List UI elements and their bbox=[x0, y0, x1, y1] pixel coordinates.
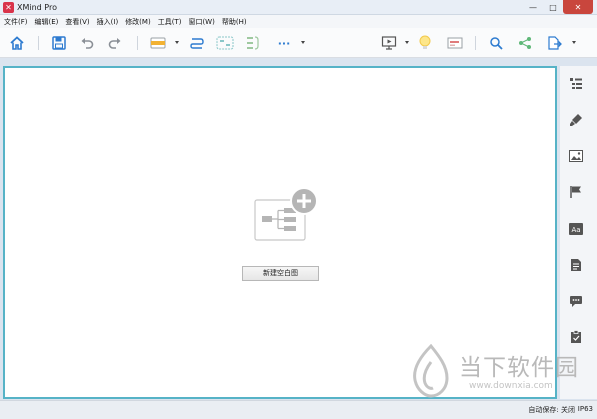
title-bar: ✕ XMind Pro — □ ✕ bbox=[0, 0, 597, 15]
menu-bar: 文件(F) 编辑(E) 查看(V) 插入(I) 修改(M) 工具(T) 窗口(W… bbox=[0, 15, 597, 28]
menu-modify[interactable]: 修改(M) bbox=[125, 16, 151, 28]
new-blank-map-button[interactable]: 新建空白图 bbox=[242, 266, 319, 281]
menu-view[interactable]: 查看(V) bbox=[65, 16, 89, 28]
watermark-logo-icon bbox=[413, 344, 449, 398]
window-title: XMind Pro bbox=[17, 3, 57, 12]
chevron-down-icon[interactable] bbox=[301, 41, 305, 44]
minimize-button[interactable]: — bbox=[523, 0, 543, 14]
menu-edit[interactable]: 编辑(E) bbox=[35, 16, 59, 28]
maximize-button[interactable]: □ bbox=[543, 0, 563, 14]
xmind-logo-icon: ✕ bbox=[3, 2, 14, 13]
toolbar: ··· bbox=[0, 28, 597, 58]
menu-help[interactable]: 帮助(H) bbox=[222, 16, 247, 28]
undo-icon[interactable] bbox=[78, 34, 96, 52]
redo-icon[interactable] bbox=[106, 34, 124, 52]
close-button[interactable]: ✕ bbox=[563, 0, 593, 14]
idea-icon[interactable] bbox=[416, 34, 434, 52]
share-icon[interactable] bbox=[516, 34, 534, 52]
format-brush-icon[interactable] bbox=[568, 112, 584, 128]
window-controls: — □ ✕ bbox=[523, 0, 593, 15]
export-icon[interactable] bbox=[545, 34, 563, 52]
chevron-down-icon[interactable] bbox=[572, 41, 576, 44]
notes-icon[interactable] bbox=[568, 257, 584, 273]
outline-icon[interactable] bbox=[568, 76, 584, 92]
menu-window[interactable]: 窗口(W) bbox=[188, 16, 214, 28]
autosave-status[interactable]: 自动保存: 关闭 bbox=[528, 405, 575, 415]
watermark: 当下软件园 www.downxia.com bbox=[409, 344, 587, 398]
gantt-icon[interactable] bbox=[446, 34, 464, 52]
summary-icon[interactable] bbox=[244, 34, 262, 52]
watermark-name: 当下软件园 bbox=[459, 355, 579, 381]
more-icon[interactable]: ··· bbox=[275, 34, 293, 52]
menu-file[interactable]: 文件(F) bbox=[4, 16, 28, 28]
status-bar: 自动保存: 关闭 IP63 bbox=[0, 400, 597, 419]
chevron-down-icon[interactable] bbox=[405, 41, 409, 44]
comments-icon[interactable] bbox=[568, 293, 584, 309]
task-icon[interactable] bbox=[568, 329, 584, 345]
toolbar-divider bbox=[137, 36, 138, 50]
menu-tools[interactable]: 工具(T) bbox=[158, 16, 182, 28]
toolbar-divider bbox=[38, 36, 39, 50]
blank-map-icon[interactable] bbox=[251, 186, 321, 244]
search-icon[interactable] bbox=[487, 34, 505, 52]
text-aa-icon[interactable]: Aa bbox=[568, 221, 584, 237]
topic-style-icon[interactable] bbox=[149, 34, 167, 52]
save-icon[interactable] bbox=[50, 34, 68, 52]
home-icon[interactable] bbox=[8, 34, 26, 52]
menu-insert[interactable]: 插入(I) bbox=[97, 16, 119, 28]
marker-flag-icon[interactable] bbox=[568, 184, 584, 200]
status-ip: IP63 bbox=[577, 405, 593, 413]
boundary-icon[interactable] bbox=[216, 34, 234, 52]
chevron-down-icon[interactable] bbox=[175, 41, 179, 44]
toolbar-divider bbox=[475, 36, 476, 50]
watermark-url: www.downxia.com bbox=[469, 381, 553, 391]
image-icon[interactable] bbox=[568, 148, 584, 164]
text-aa-label: Aa bbox=[571, 226, 580, 234]
relationship-icon[interactable] bbox=[188, 34, 206, 52]
presentation-icon[interactable] bbox=[380, 34, 398, 52]
